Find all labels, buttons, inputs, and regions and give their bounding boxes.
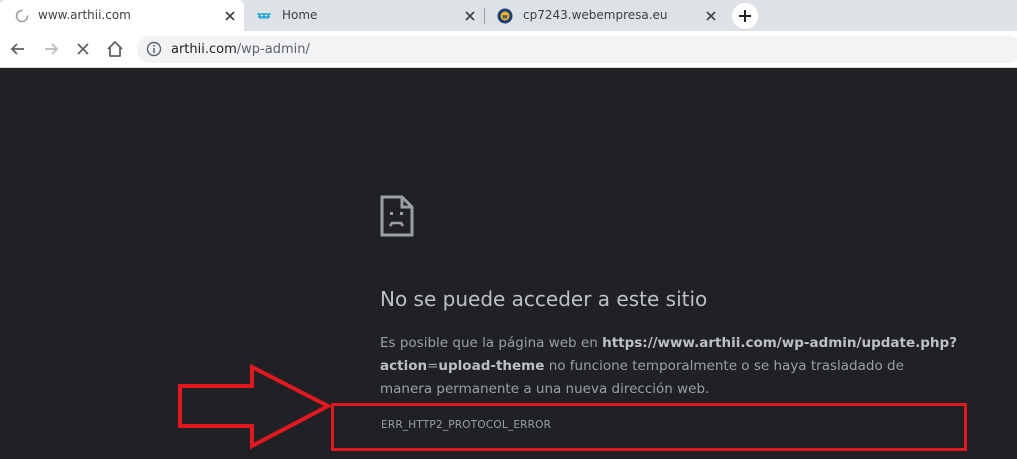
tab-title: cp7243.webempresa.eu [523,8,668,22]
annotation-arrow [178,363,333,450]
error-description: Es posible que la página web en https://… [380,332,960,401]
info-icon[interactable] [146,41,162,57]
site-logo-icon [257,13,271,20]
tab-strip: www.arthii.com Home w cp7243.webempresa.… [0,0,1017,31]
close-icon[interactable] [703,8,719,24]
home-icon[interactable] [105,39,125,59]
stop-loading-icon[interactable] [73,39,93,59]
error-body-prefix: Es posible que la página web en [380,335,603,351]
loading-spinner-icon [15,9,29,23]
error-url-part-2a: action [380,358,428,374]
error-page: No se puede acceder a este sitio Es posi… [0,69,1017,459]
tab-title: www.arthii.com [38,8,131,22]
tab-home[interactable]: Home [244,0,484,31]
close-icon[interactable] [462,8,478,24]
plus-icon [739,10,751,22]
sad-document-icon [380,195,414,237]
svg-text:w: w [502,14,508,21]
url-path: /wp-admin/ [236,42,310,57]
new-tab-button[interactable] [732,3,758,29]
error-url-part-1: https://www.arthii.com/wp-admin/update.p… [602,335,958,351]
forward-icon[interactable] [41,39,61,59]
error-title: No se puede acceder a este sitio [380,287,708,311]
error-url-part-2b: = [427,358,439,374]
url-host: arthii.com [171,42,237,57]
tab-title: Home [282,8,318,22]
tab-arthii[interactable]: www.arthii.com [0,0,244,31]
address-bar[interactable]: arthii.com/wp-admin/ [137,36,1017,63]
webempresa-logo-icon: w [497,8,513,24]
tab-webempresa[interactable]: w cp7243.webempresa.eu [485,0,725,31]
close-icon[interactable] [222,8,238,24]
annotation-highlight-box [331,403,967,451]
browser-toolbar: arthii.com/wp-admin/ [0,31,1017,68]
back-icon[interactable] [8,39,28,59]
error-url-part-2c: upload-theme [438,358,545,374]
url-text: arthii.com/wp-admin/ [171,42,310,57]
